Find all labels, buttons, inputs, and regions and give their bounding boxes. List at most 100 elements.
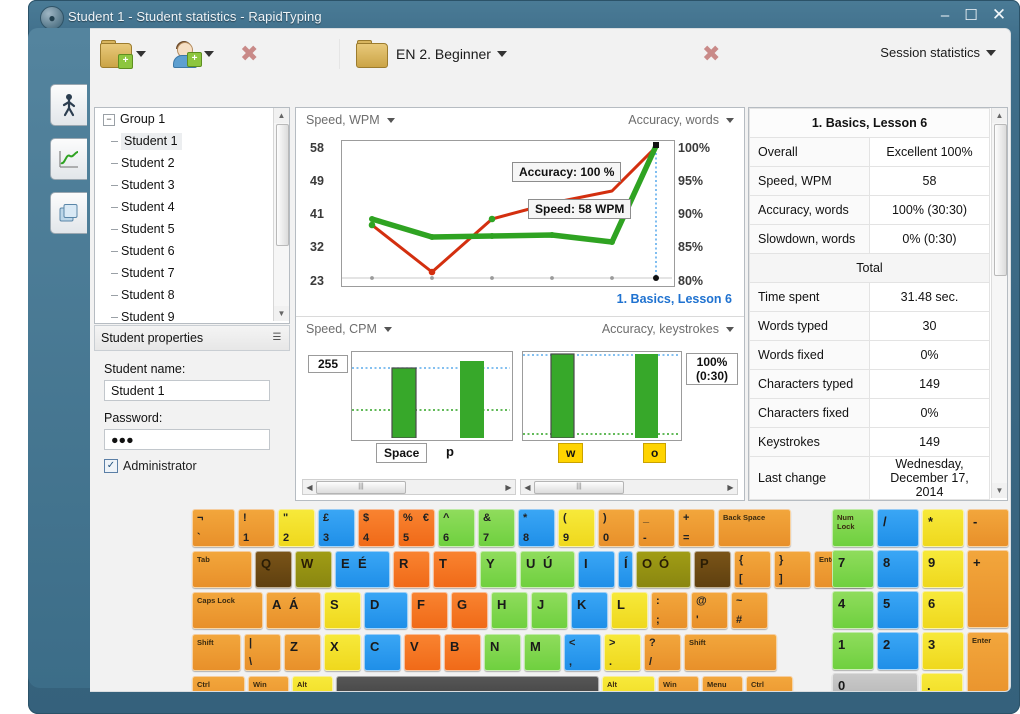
scrollbar-thumb[interactable] [276, 124, 289, 246]
numpad-key--[interactable]: / [877, 509, 919, 547]
student-tree[interactable]: − Group 1 Student 1 Student 2 Student 3 Stud… [94, 107, 290, 324]
key-b[interactable]: B [444, 634, 481, 671]
key-alt-gr[interactable]: AltGr [602, 676, 655, 691]
key-2[interactable]: " 2 [278, 509, 315, 547]
tree-item-student-4[interactable]: Student 4 [95, 196, 289, 218]
scroll-left-icon[interactable]: ◀ [521, 483, 534, 492]
accuracy-key-0[interactable]: w [558, 443, 584, 463]
key-e[interactable]: EÉ [335, 551, 390, 588]
chevron-down-icon[interactable] [204, 51, 214, 57]
scrollbar-thumb[interactable] [994, 124, 1007, 276]
key-z[interactable]: Z [284, 634, 321, 671]
numpad-key-6[interactable]: 6 [922, 591, 964, 629]
key-r[interactable]: R [393, 551, 430, 588]
key-t[interactable]: T [433, 551, 477, 588]
scroll-right-icon[interactable]: ▶ [724, 483, 737, 492]
numpad-key-0[interactable]: 0 [832, 673, 918, 691]
numpad-key-5[interactable]: 5 [877, 591, 919, 629]
accuracy-hscrollbar[interactable]: ◀ ||| ▶ [520, 479, 738, 495]
tree-item-student-2[interactable]: Student 2 [95, 152, 289, 174]
key-caps-lock[interactable]: Caps Lock [192, 592, 263, 629]
close-lesson-button[interactable]: ✖ [702, 37, 720, 71]
key-shift[interactable]: Shift [684, 634, 777, 671]
key-0[interactable]: ) 0 [598, 509, 635, 547]
key-w[interactable]: W [295, 551, 332, 588]
key-f[interactable]: F [411, 592, 448, 629]
scrollbar-thumb[interactable]: ||| [534, 480, 624, 494]
statistics-scrollbar[interactable]: ▲ ▼ [991, 108, 1007, 498]
key-[interactable]: + = [678, 509, 715, 547]
key-v[interactable]: V [404, 634, 441, 671]
key-alt[interactable]: Alt [292, 676, 333, 691]
speed-key-0[interactable]: Space [376, 443, 428, 463]
key-menu[interactable]: Menu [702, 676, 743, 691]
accuracy-key-1[interactable]: o [643, 443, 667, 463]
chevron-down-icon[interactable] [726, 326, 734, 332]
student-name-input[interactable]: Student 1 [104, 380, 270, 401]
key-[interactable]: @ ' [691, 592, 728, 629]
scroll-up-icon[interactable]: ▲ [274, 108, 289, 123]
key-back-space[interactable]: Back Space [718, 509, 791, 547]
key-m[interactable]: M [524, 634, 561, 671]
minimize-button[interactable]: – [934, 5, 956, 25]
key-p[interactable]: P [694, 551, 731, 588]
scroll-left-icon[interactable]: ◀ [303, 483, 316, 492]
key-[interactable]: ~ # [731, 592, 768, 629]
key-win[interactable]: Win [248, 676, 289, 691]
key-[interactable]: >. [604, 634, 641, 671]
key-c[interactable]: C [364, 634, 401, 671]
key-q[interactable]: Q [255, 551, 292, 588]
scroll-down-icon[interactable]: ▼ [274, 306, 289, 321]
bottom-chart-right-selector[interactable]: Accuracy, keystrokes [602, 322, 734, 336]
student-properties-header[interactable]: Student properties ☰ [94, 325, 290, 351]
key-key[interactable] [336, 676, 599, 691]
key-4[interactable]: $4 [358, 509, 395, 547]
scroll-up-icon[interactable]: ▲ [992, 108, 1007, 123]
maximize-button[interactable]: ☐ [960, 5, 982, 25]
scroll-right-icon[interactable]: ▶ [502, 483, 515, 492]
administrator-row[interactable]: ✓ Administrator [104, 459, 288, 473]
numpad-key-4[interactable]: 4 [832, 591, 874, 629]
scrollbar-thumb[interactable]: ||| [316, 480, 406, 494]
rail-button-lessons[interactable] [50, 84, 87, 126]
key-[interactable]: <, [564, 634, 601, 671]
password-input[interactable]: ●●● [104, 429, 270, 450]
key-3[interactable]: £3 [318, 509, 355, 547]
key-u[interactable]: UÚ [520, 551, 575, 588]
tree-group-row[interactable]: − Group 1 [95, 108, 289, 130]
numpad-key--[interactable]: . [921, 673, 963, 691]
top-chart-left-selector[interactable]: Speed, WPM [306, 113, 395, 127]
key-h[interactable]: H [491, 592, 528, 629]
speed-hscrollbar[interactable]: ◀ ||| ▶ [302, 479, 516, 495]
numpad-key-enter[interactable]: Enter [967, 632, 1009, 691]
tree-item-student-6[interactable]: Student 6 [95, 240, 289, 262]
new-student-button[interactable]: + [170, 37, 214, 71]
key-a[interactable]: AÁ [266, 592, 321, 629]
key-j[interactable]: J [531, 592, 568, 629]
key-o[interactable]: OÓ [636, 551, 691, 588]
key-5[interactable]: % 5 € [398, 509, 435, 547]
rail-button-statistics[interactable] [50, 138, 87, 180]
key-[interactable]: :; [651, 592, 688, 629]
lesson-selector[interactable]: EN 2. Beginner [356, 37, 507, 71]
chevron-down-icon[interactable] [386, 117, 395, 123]
scroll-down-icon[interactable]: ▼ [992, 483, 1007, 498]
key-win[interactable]: Win [658, 676, 699, 691]
tree-item-student-5[interactable]: Student 5 [95, 218, 289, 240]
key-[interactable]: | \ [244, 634, 281, 671]
key-n[interactable]: N [484, 634, 521, 671]
tree-item-student-1[interactable]: Student 1 [95, 130, 289, 152]
numpad-key-num-lock[interactable]: Num Lock [832, 509, 874, 547]
tree-item-student-9[interactable]: Student 9 [95, 306, 289, 323]
key-shift[interactable]: Shift [192, 634, 241, 671]
speed-key-1[interactable]: p [446, 444, 454, 459]
key-l[interactable]: L [611, 592, 648, 629]
numpad-key-1[interactable]: 1 [832, 632, 874, 670]
key-ctrl[interactable]: Ctrl [746, 676, 793, 691]
tree-item-student-7[interactable]: Student 7 [95, 262, 289, 284]
key-y[interactable]: Y [480, 551, 517, 588]
tree-scrollbar[interactable]: ▲ ▼ [273, 108, 289, 321]
collapse-icon[interactable]: ☰ [271, 332, 283, 344]
key-d[interactable]: D [364, 592, 408, 629]
bottom-chart-left-selector[interactable]: Speed, CPM [306, 322, 392, 336]
